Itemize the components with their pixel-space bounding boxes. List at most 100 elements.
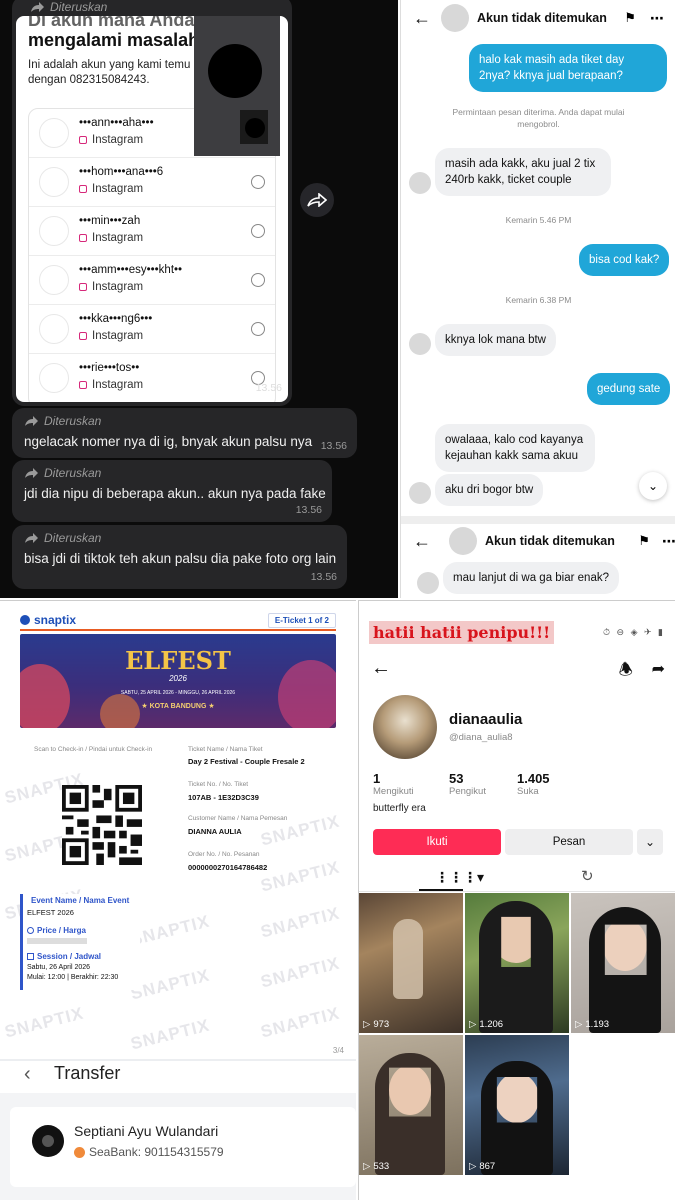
message-bubble[interactable]: Diteruskan ngelacak nomer nya di ig, bny… [12,408,357,458]
banner-year: 2026 [169,674,187,683]
handle: @diana_aulia8 [449,732,513,743]
sent-message[interactable]: halo kak masih ada tiket day 2nya? kknya… [469,44,667,92]
flag-icon[interactable]: ⚑ [624,10,636,26]
account-platform: Instagram [79,183,143,195]
forwarded-chat-panel: Diteruskan Di akun mana Anda mengalami m… [0,0,398,598]
forward-arrow-icon [25,415,38,426]
event-label: Event Name / Nama Event [31,896,130,905]
video-thumbnail[interactable]: ▷ 973 [359,893,463,1033]
account-item[interactable]: •••min•••zah Instagram [29,207,275,256]
account-item[interactable]: •••amm•••esy•••kht•• Instagram [29,256,275,305]
message-time: 13.56 [310,571,337,583]
dm-title[interactable]: Akun tidak ditemukan [485,534,615,548]
avatar [39,265,69,295]
event-banner: ELFEST 2026 SABTU, 25 APRIL 2026 - MINGG… [20,634,336,728]
account-name: •••ann•••aha••• [79,117,154,129]
price-label: Price / Harga [27,926,86,935]
ticket-name-label: Ticket Name / Nama Tiket [188,746,263,753]
avatar[interactable] [441,4,469,32]
account-item[interactable]: •••kka•••ng6••• Instagram [29,305,275,354]
warning-caption: hatii hatii penipu!!! [369,621,555,644]
flag-icon[interactable]: ⚑ [638,533,650,549]
account-name: •••amm•••esy•••kht•• [79,264,183,276]
dm-title[interactable]: Akun tidak ditemukan [477,11,607,25]
share-icon[interactable]: ➦ [652,659,665,679]
forwarded-indicator: Diteruskan [24,414,101,428]
instagram-icon [79,234,87,242]
message-bubble[interactable]: Diteruskan bisa jdi di tiktok teh akun p… [12,525,347,589]
card-subtitle: Ini adalah akun yang kami temu dengan 08… [28,58,218,88]
more-icon[interactable]: ⋯ [662,533,675,550]
radio-button[interactable] [251,224,265,238]
message-bubble[interactable]: Diteruskan jdi dia nipu di beberapa akun… [12,460,332,522]
message-text: bisa jdi di tiktok teh akun palsu dia pa… [24,551,337,566]
stat-likes[interactable]: 1.405 Suka [517,771,550,797]
back-arrow-icon[interactable]: ← [413,8,431,29]
forward-button[interactable] [300,183,334,217]
more-icon[interactable]: ⋯ [650,10,664,27]
session-date: Sabtu, 26 April 2026 [27,964,91,971]
forwarded-card-bubble[interactable]: Diteruskan Di akun mana Anda mengalami m… [12,0,292,406]
timestamp: Kemarin 6.38 PM [505,295,572,305]
received-message[interactable]: owalaaa, kalo cod kayanya kejauhan kakk … [435,424,595,472]
view-count: ▷ 533 [363,1161,390,1172]
message-text: ngelacak nomer nya di ig, bnyak akun pal… [24,434,313,449]
account-item[interactable]: •••hom•••ana•••6 Instagram [29,158,275,207]
chevron-down-icon: ⌄ [644,835,656,849]
forwarded-label: Diteruskan [50,0,108,14]
avatar [409,333,431,355]
stat-followers[interactable]: 53 Pengikut [449,771,486,797]
scroll-down-button[interactable]: ⌄ [639,472,667,500]
account-name: •••rie•••tos•• [79,362,140,374]
received-message[interactable]: kknya lok mana btw [435,324,556,356]
back-chevron-icon[interactable]: ‹ [24,1063,31,1086]
recipient-bank: SeaBank: 901154315579 [74,1145,224,1159]
forward-arrow-icon [31,1,44,12]
profile-avatar[interactable] [373,695,437,759]
bell-icon[interactable]: 🕭 [619,659,633,686]
card-title-partial: Di akun mana Anda [28,16,195,30]
chevron-down-icon: ⌄ [647,479,659,493]
received-message[interactable]: masih ada kakk, aku jual 2 tix 240rb kak… [435,148,611,196]
session-label: Session / Jadwal [27,952,101,961]
page-indicator: 3/4 [332,1046,344,1055]
follow-button[interactable]: Ikuti [373,829,501,855]
banner-title: ELFEST [125,646,231,675]
card-title: mengalami masalah [28,30,200,50]
avatar[interactable] [449,527,477,555]
instagram-icon [79,283,87,291]
radio-button[interactable] [251,273,265,287]
repost-tab-icon[interactable]: ↻ [581,867,594,885]
snaptix-icon [20,615,30,625]
received-message[interactable]: aku dri bogor btw [435,474,544,506]
avatar [39,118,69,148]
radio-button[interactable] [251,175,265,189]
sent-message[interactable]: gedung sate [587,373,671,405]
video-thumbnail[interactable]: ▷ 1.193 [571,893,675,1033]
account-platform: Instagram [79,281,143,293]
forwarded-indicator: Diteruskan [24,466,101,480]
videos-tab-icon[interactable]: ⋮⋮⋮▾ [435,869,484,886]
sent-message[interactable]: bisa cod kak? [579,244,670,276]
account-platform: Instagram [79,134,143,146]
message-button[interactable]: Pesan [505,829,633,855]
video-thumbnail[interactable]: ▷ 533 [359,1035,463,1175]
status-icons: ⏱ ⊖ ◈ ✈ ▮ [603,627,665,637]
more-options-button[interactable]: ⌄ [637,829,663,855]
account-name: •••kka•••ng6••• [79,313,153,325]
ticket-panel: snaptix E-Ticket 1 of 2 ELFEST 2026 SABT… [0,600,356,1200]
session-time: Mulai: 12:00 | Berakhir: 22:30 [27,974,119,981]
recipient-card[interactable]: Septiani Ayu Wulandari SeaBank: 90115431… [10,1107,356,1187]
calendar-icon [27,953,34,960]
view-count: ▷ 867 [469,1161,496,1172]
back-arrow-icon[interactable]: ← [413,531,431,552]
video-thumbnail[interactable]: ▷ 867 [465,1035,569,1175]
video-thumbnail[interactable]: ▷ 1.206 [465,893,569,1033]
account-item[interactable]: •••rie•••tos•• Instagram [29,354,275,402]
received-message[interactable]: mau lanjut di wa ga biar enak? [443,562,619,594]
back-arrow-icon[interactable]: ← [371,657,391,680]
forward-arrow-icon [25,532,38,543]
radio-button[interactable] [251,322,265,336]
stat-following[interactable]: 1 Mengikuti [373,771,414,797]
avatar [39,363,69,393]
